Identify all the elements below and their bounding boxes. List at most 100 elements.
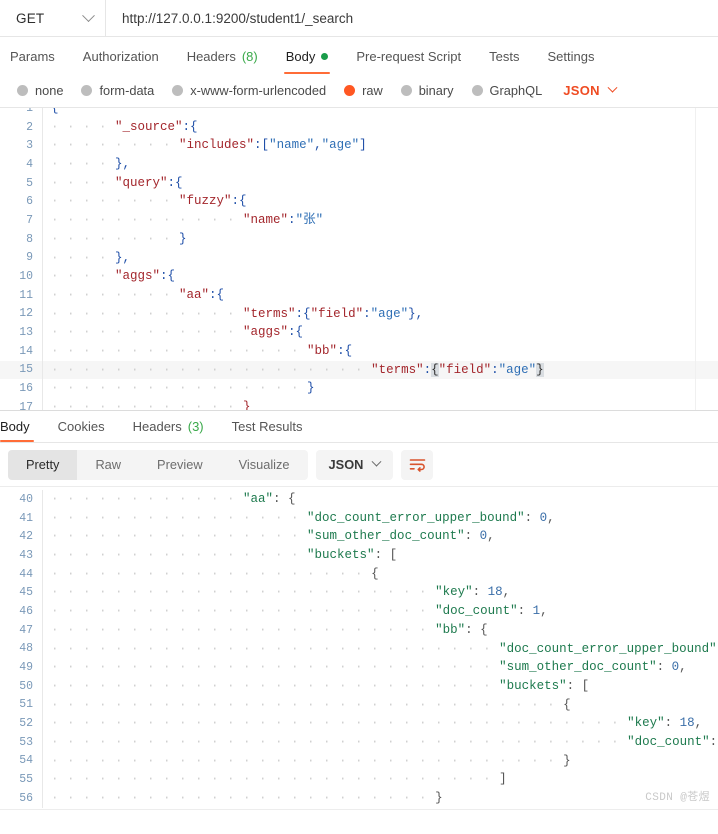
code-token: : (363, 307, 371, 321)
code-line: 52· · · · · · · · · · · · · · · · · · · … (0, 714, 718, 733)
code-token: :{ (160, 269, 175, 283)
http-method-select[interactable]: GET (0, 0, 106, 36)
code-token: :[ (254, 138, 269, 152)
code-token: : [ (567, 679, 590, 693)
code-token: : (491, 363, 499, 377)
code-line-content: · · · · · · · · · · · · · · · · · · · · … (42, 621, 718, 640)
code-line: 3· · · · · · · · "includes":["name","age… (0, 136, 718, 155)
indent-guide: · · · · · · · · · · · · · · · · · · · · … (51, 642, 499, 656)
indent-guide: · · · · · · · · · · · · (51, 213, 243, 227)
request-tab-label: Tests (489, 49, 519, 64)
radio-icon (17, 85, 28, 96)
code-token: "name" (269, 138, 314, 152)
code-line-content: · · · · · · · · "includes":["name","age"… (42, 136, 718, 155)
code-token: "key" (435, 585, 473, 599)
code-token: : (465, 529, 480, 543)
chevron-down-icon (82, 9, 95, 22)
line-number: 55 (0, 773, 42, 786)
code-line: 51· · · · · · · · · · · · · · · · · · · … (0, 696, 718, 715)
code-line-content: · · · · · · · · · · · · · · · · · · · · … (42, 752, 718, 771)
code-line: 8· · · · · · · · } (0, 230, 718, 249)
code-token: { (51, 108, 59, 115)
line-number: 15 (0, 363, 42, 376)
response-tab-label: Cookies (58, 419, 105, 434)
request-tab-pre-request-script[interactable]: Pre-request Script (342, 49, 475, 74)
code-token: : { (273, 492, 296, 506)
indent-guide: · · · · · · · · · · · · (51, 307, 243, 321)
indent-guide: · · · · · · · · (51, 232, 179, 246)
line-number: 16 (0, 382, 42, 395)
body-type-radio-binary[interactable]: binary (392, 83, 463, 98)
code-line: 1{ (0, 108, 718, 118)
body-type-radio-raw[interactable]: raw (335, 83, 392, 98)
code-token: } (563, 754, 571, 768)
code-line: 47· · · · · · · · · · · · · · · · · · · … (0, 621, 718, 640)
code-token: , (695, 716, 703, 730)
response-format-select[interactable]: JSON (316, 450, 394, 480)
response-view-raw[interactable]: Raw (77, 450, 139, 480)
line-number: 1 (0, 108, 42, 115)
request-tab-authorization[interactable]: Authorization (69, 49, 173, 74)
response-tab-test-results[interactable]: Test Results (218, 419, 317, 442)
body-format-select[interactable]: JSON (563, 83, 616, 98)
code-line-content: · · · · · · · · · · · · · · · · } (42, 379, 718, 398)
response-body-editor[interactable]: 40· · · · · · · · · · · · "aa": {41· · ·… (0, 487, 718, 810)
code-token: "_source" (115, 120, 183, 134)
code-token: :{ (168, 176, 183, 190)
request-url-text: http://127.0.0.1:9200/student1/_search (122, 11, 353, 26)
word-wrap-button[interactable] (401, 450, 433, 480)
code-token: 0 (540, 511, 548, 525)
indent-guide: · · · · (51, 176, 115, 190)
body-type-radio-x-www-form-urlencoded[interactable]: x-www-form-urlencoded (163, 83, 335, 98)
line-number: 40 (0, 493, 42, 506)
code-line-content: · · · · · · · · · · · · · · · · · · · · … (42, 658, 718, 677)
body-type-radio-none[interactable]: none (8, 83, 72, 98)
indent-guide: · · · · · · · · · · · · · · · · (51, 511, 307, 525)
body-type-row: noneform-datax-www-form-urlencodedrawbin… (0, 74, 718, 108)
body-type-radio-graphql[interactable]: GraphQL (463, 83, 552, 98)
watermark: CSDN @苍煜 (645, 788, 710, 804)
request-tab-settings[interactable]: Settings (533, 49, 608, 74)
radio-icon (401, 85, 412, 96)
line-number: 46 (0, 605, 42, 618)
code-token: :{ (232, 194, 247, 208)
response-tab-headers[interactable]: Headers(3) (119, 419, 218, 442)
indent-guide: · · · · · · · · · · · · · · · · · · · · … (51, 660, 499, 674)
request-tab-params[interactable]: Params (2, 49, 69, 74)
response-view-visualize[interactable]: Visualize (221, 450, 308, 480)
code-token: "terms" (371, 363, 424, 377)
response-view-pretty[interactable]: Pretty (8, 450, 77, 480)
indent-guide: · · · · · · · · · · · · · · · · (51, 529, 307, 543)
body-type-radio-form-data[interactable]: form-data (72, 83, 163, 98)
code-line-content: · · · · }, (42, 155, 718, 174)
code-line: 2· · · · "_source":{ (0, 118, 718, 137)
indent-guide: · · · · · · · · · · · · · · · · · · · · (51, 363, 371, 377)
request-tab-body[interactable]: Body (272, 49, 343, 74)
indent-guide: · · · · · · · · · · · · · · · · · · · · … (51, 772, 499, 786)
response-tab-body[interactable]: Body (0, 419, 44, 442)
code-token: } (435, 791, 443, 805)
request-tab-headers[interactable]: Headers(8) (173, 49, 272, 74)
code-token: :{ (296, 307, 311, 321)
response-view-preview[interactable]: Preview (139, 450, 221, 480)
code-line: 16· · · · · · · · · · · · · · · · } (0, 379, 718, 398)
code-line-content: { (42, 108, 718, 118)
response-tab-cookies[interactable]: Cookies (44, 419, 119, 442)
line-number: 50 (0, 680, 42, 693)
code-line: 46· · · · · · · · · · · · · · · · · · · … (0, 602, 718, 621)
code-token: "aggs" (115, 269, 160, 283)
indent-guide: · · · · · · · · · · · · · · · · · · · · … (51, 585, 435, 599)
code-token: , (503, 585, 511, 599)
code-line-content: · · · · · · · · · · · · · · · · · · · · … (42, 733, 718, 752)
code-line-content: · · · · "_source":{ (42, 118, 718, 137)
request-url-input[interactable]: http://127.0.0.1:9200/student1/_search (106, 0, 718, 36)
code-token: "bb" (307, 344, 337, 358)
code-token: }, (115, 157, 130, 171)
line-number: 56 (0, 792, 42, 805)
line-number: 41 (0, 512, 42, 525)
code-token: }, (115, 251, 130, 265)
request-tab-tests[interactable]: Tests (475, 49, 533, 74)
code-token: 18 (488, 585, 503, 599)
request-body-editor[interactable]: 1{2· · · · "_source":{3· · · · · · · · "… (0, 108, 718, 411)
body-present-dot-icon (321, 53, 328, 60)
